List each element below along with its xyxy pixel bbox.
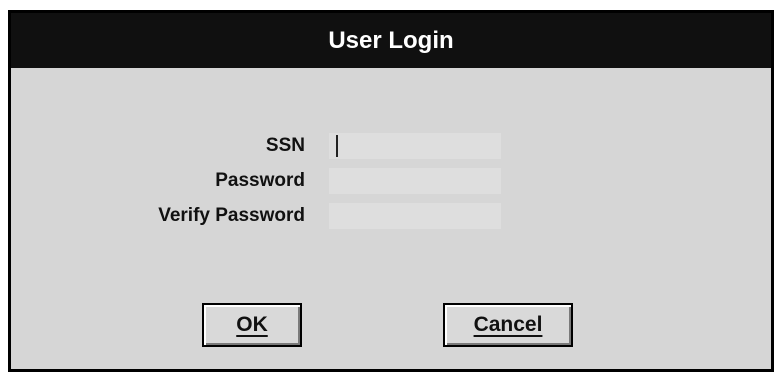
ssn-input[interactable] xyxy=(329,133,501,159)
ssn-row: SSN xyxy=(11,133,771,163)
user-login-dialog: User Login SSN Password Verify Password … xyxy=(8,10,774,372)
cancel-button[interactable]: Cancel xyxy=(443,303,573,347)
dialog-titlebar: User Login xyxy=(11,13,771,68)
password-input[interactable] xyxy=(329,168,501,194)
verify-password-row: Verify Password xyxy=(11,203,771,233)
dialog-title: User Login xyxy=(328,26,454,54)
verify-password-label: Verify Password xyxy=(158,205,305,226)
ssn-label: SSN xyxy=(265,135,305,156)
password-row: Password xyxy=(11,168,771,198)
text-cursor xyxy=(336,135,338,157)
verify-password-input[interactable] xyxy=(329,203,501,229)
ok-button[interactable]: OK xyxy=(202,303,302,347)
password-label: Password xyxy=(215,170,305,191)
